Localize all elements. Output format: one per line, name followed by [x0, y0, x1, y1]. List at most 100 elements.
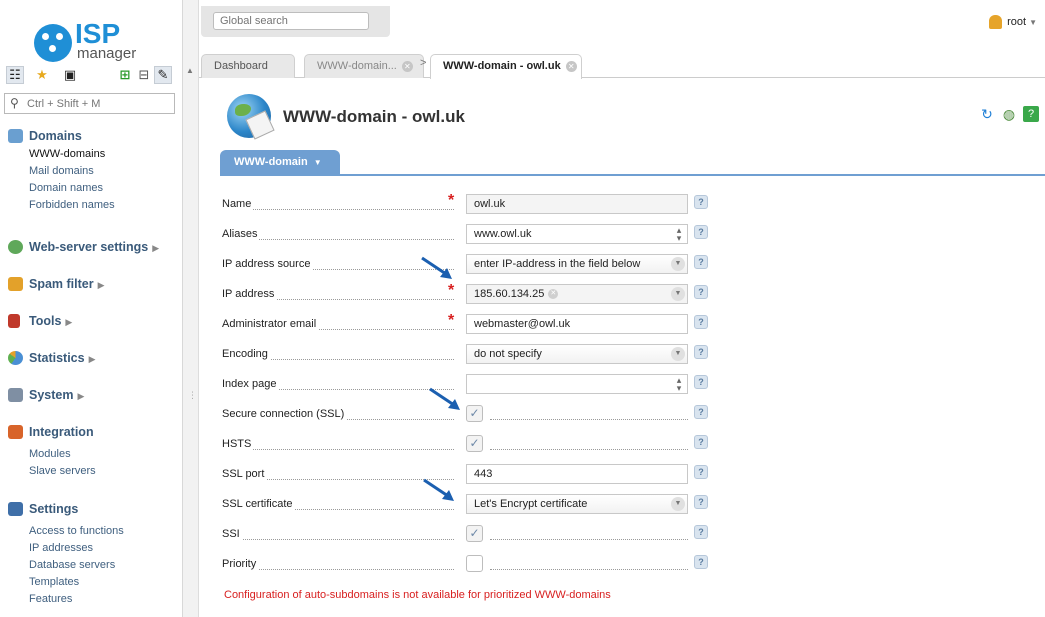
tab-dashboard[interactable]: Dashboard [201, 54, 295, 78]
aliases-field[interactable]: www.owl.uk ▴ ▾ [466, 224, 688, 244]
nav-group-integration: Integration Modules Slave servers [0, 422, 182, 480]
help-icon[interactable]: ? [694, 555, 708, 569]
sidebar-item-features[interactable]: Features [0, 591, 182, 608]
nav-head-spam-filter[interactable]: Spam filter ▶ [0, 274, 182, 294]
help-icon[interactable]: ? [694, 195, 708, 209]
required-marker: * [448, 312, 455, 329]
sidebar-item-domain-names[interactable]: Domain names [0, 180, 182, 197]
help-icon[interactable]: ? [694, 375, 708, 389]
encoding-select[interactable]: do not specify ▼ [466, 344, 688, 364]
help-icon[interactable]: ? [694, 495, 708, 509]
nav-head-system[interactable]: System ▶ [0, 385, 182, 405]
sidebar-search[interactable]: ⚲ [4, 93, 175, 114]
sidebar-item-templates[interactable]: Templates [0, 574, 182, 591]
form-tab-www-domain[interactable]: WWW-domain ▼ [220, 150, 340, 175]
sidebar-item-mail-domains[interactable]: Mail domains [0, 163, 182, 180]
pin-icon[interactable]: ✎ [154, 66, 172, 84]
global-search-container [201, 6, 390, 37]
ssl-checkbox[interactable]: ✓ [466, 405, 483, 422]
splitter-grip-icon[interactable]: ⋮ [188, 390, 197, 401]
nav-head-settings[interactable]: Settings [0, 499, 182, 519]
hsts-checkbox[interactable]: ✓ [466, 435, 483, 452]
help-book-icon[interactable]: ? [1023, 106, 1039, 122]
settings-icon [8, 502, 23, 516]
ispmanager-logo[interactable]: ISP manager [34, 20, 154, 62]
tree-view-icon[interactable]: ☷ [6, 66, 24, 84]
tab-www-domain-owl[interactable]: WWW-domain - owl.uk ✕ [430, 54, 582, 79]
nav-head-tools[interactable]: Tools ▶ [0, 311, 182, 331]
help-icon[interactable]: ? [694, 435, 708, 449]
sidebar-search-input[interactable] [27, 96, 167, 111]
ip-address-select[interactable]: 185.60.134.25 ✕ ▼ [466, 284, 688, 304]
refresh-icon[interactable]: ↻ [979, 106, 995, 122]
resize-updown-icon[interactable]: ▴ ▾ [675, 226, 683, 243]
nav-head-statistics[interactable]: Statistics ▶ [0, 348, 182, 368]
user-menu[interactable]: root ▼ [989, 15, 1037, 29]
annotation-arrow-ssl-icon [429, 387, 460, 410]
close-icon[interactable]: ✕ [401, 60, 413, 72]
nav-head-domains[interactable]: Domains [0, 126, 182, 146]
page-title: WWW-domain - owl.uk [283, 107, 465, 126]
chevron-down-icon: ▼ [671, 347, 685, 361]
collapse-up-icon[interactable]: ▲ [186, 66, 194, 75]
nav-head-web-server-settings[interactable]: Web-server settings ▶ [0, 237, 182, 257]
tab-www-domain-list[interactable]: WWW-domain... ✕ [304, 54, 424, 78]
priority-checkbox[interactable] [466, 555, 483, 572]
name-field[interactable]: owl.uk [466, 194, 688, 214]
integration-icon [8, 425, 23, 439]
sidebar-item-forbidden-names[interactable]: Forbidden names [0, 197, 182, 214]
help-icon[interactable]: ? [694, 525, 708, 539]
row-priority: Priority ? [222, 553, 712, 575]
sidebar-item-ip-addresses[interactable]: IP addresses [0, 540, 182, 557]
label-index-page: Index page [222, 378, 279, 390]
ssl-certificate-select[interactable]: Let's Encrypt certificate ▼ [466, 494, 688, 514]
close-icon[interactable]: ✕ [565, 60, 577, 72]
sidebar-item-database-servers[interactable]: Database servers [0, 557, 182, 574]
briefcase-icon[interactable]: ▣ [61, 66, 79, 84]
index-page-field[interactable]: ▴ ▾ [466, 374, 688, 394]
chevron-right-icon: ▶ [65, 317, 73, 327]
collapse-all-icon[interactable]: ⊟ [135, 66, 153, 84]
admin-email-field[interactable]: webmaster@owl.uk [466, 314, 688, 334]
search-icon: ⚲ [10, 96, 19, 110]
help-icon[interactable]: ? [694, 345, 708, 359]
required-marker: * [448, 192, 455, 209]
sidebar-item-modules[interactable]: Modules [0, 446, 182, 463]
statistics-pie-icon [8, 351, 23, 365]
sidebar-item-access-to-functions[interactable]: Access to functions [0, 523, 182, 540]
spam-filter-icon [8, 277, 23, 291]
help-icon[interactable]: ? [694, 315, 708, 329]
expand-all-icon[interactable]: ⊞ [116, 66, 134, 84]
ssl-port-field[interactable]: 443 [466, 464, 688, 484]
favorites-star-icon[interactable]: ★ [33, 66, 51, 84]
ssi-checkbox[interactable]: ✓ [466, 525, 483, 542]
nav-group-statistics: Statistics ▶ [0, 348, 182, 368]
resize-updown-icon[interactable]: ▴ ▾ [675, 376, 683, 393]
tools-icon [8, 314, 20, 328]
help-icon[interactable]: ? [694, 405, 708, 419]
help-icon[interactable]: ? [694, 225, 708, 239]
system-icon [8, 388, 23, 402]
label-ssl-certificate: SSL certificate [222, 498, 295, 510]
ip-address-chip: 185.60.134.25 ✕ [474, 287, 559, 301]
sidebar-splitter[interactable]: ▲ ⋮ [183, 0, 199, 617]
sidebar-item-www-domains[interactable]: WWW-domains [0, 146, 182, 163]
chevron-right-icon: ▶ [77, 391, 85, 401]
row-index-page: Index page ▴ ▾ ? [222, 373, 712, 395]
label-ip-source: IP address source [222, 258, 313, 270]
nav-head-integration[interactable]: Integration [0, 422, 182, 442]
help-icon[interactable]: ? [694, 255, 708, 269]
globe-settings-icon[interactable]: ◍ [1001, 106, 1017, 122]
help-icon[interactable]: ? [694, 285, 708, 299]
tab-bar: Dashboard WWW-domain... ✕ WWW-domain - ow… [199, 52, 1045, 79]
remove-chip-icon[interactable]: ✕ [548, 289, 559, 300]
label-hsts: HSTS [222, 438, 254, 450]
logo-icon [34, 24, 72, 62]
ip-source-select[interactable]: enter IP-address in the field below ▼ [466, 254, 688, 274]
sidebar-item-slave-servers[interactable]: Slave servers [0, 463, 182, 480]
label-admin-email: Administrator email [222, 318, 319, 330]
page-toolbar: ↻ ◍ ? [971, 106, 1041, 124]
help-icon[interactable]: ? [694, 465, 708, 479]
global-search-input[interactable] [213, 12, 369, 30]
row-aliases: Aliases www.owl.uk ▴ ▾ ? [222, 223, 712, 245]
